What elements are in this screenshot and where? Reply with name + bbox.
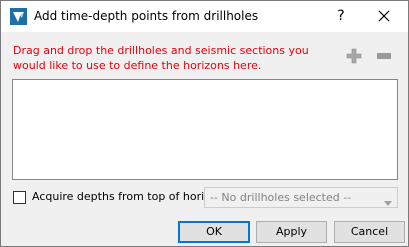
apply-button[interactable]: Apply [256,221,327,243]
close-icon[interactable] [371,4,397,28]
app-logo-icon [10,8,27,25]
chevron-down-icon [384,196,392,206]
ok-button[interactable]: OK [178,221,250,243]
help-button[interactable]: ? [331,4,351,28]
dialog: Add time-depth points from drillholes ? … [0,0,409,247]
plus-icon[interactable] [346,48,362,64]
acquire-depths-checkbox[interactable] [13,191,26,204]
cancel-button[interactable]: Cancel [334,221,405,243]
title-bar: Add time-depth points from drillholes ? [1,1,408,32]
drillhole-drop-list[interactable] [12,79,398,180]
acquire-depths-label[interactable]: Acquire depths from top of horizon [32,190,224,203]
drillhole-select[interactable]: -- No drillholes selected -- [204,187,398,208]
minus-icon[interactable] [377,53,391,59]
drillhole-select-value: -- No drillholes selected -- [210,191,352,204]
instruction-text: Drag and drop the drillholes and seismic… [13,44,309,72]
window-title: Add time-depth points from drillholes [34,9,259,23]
